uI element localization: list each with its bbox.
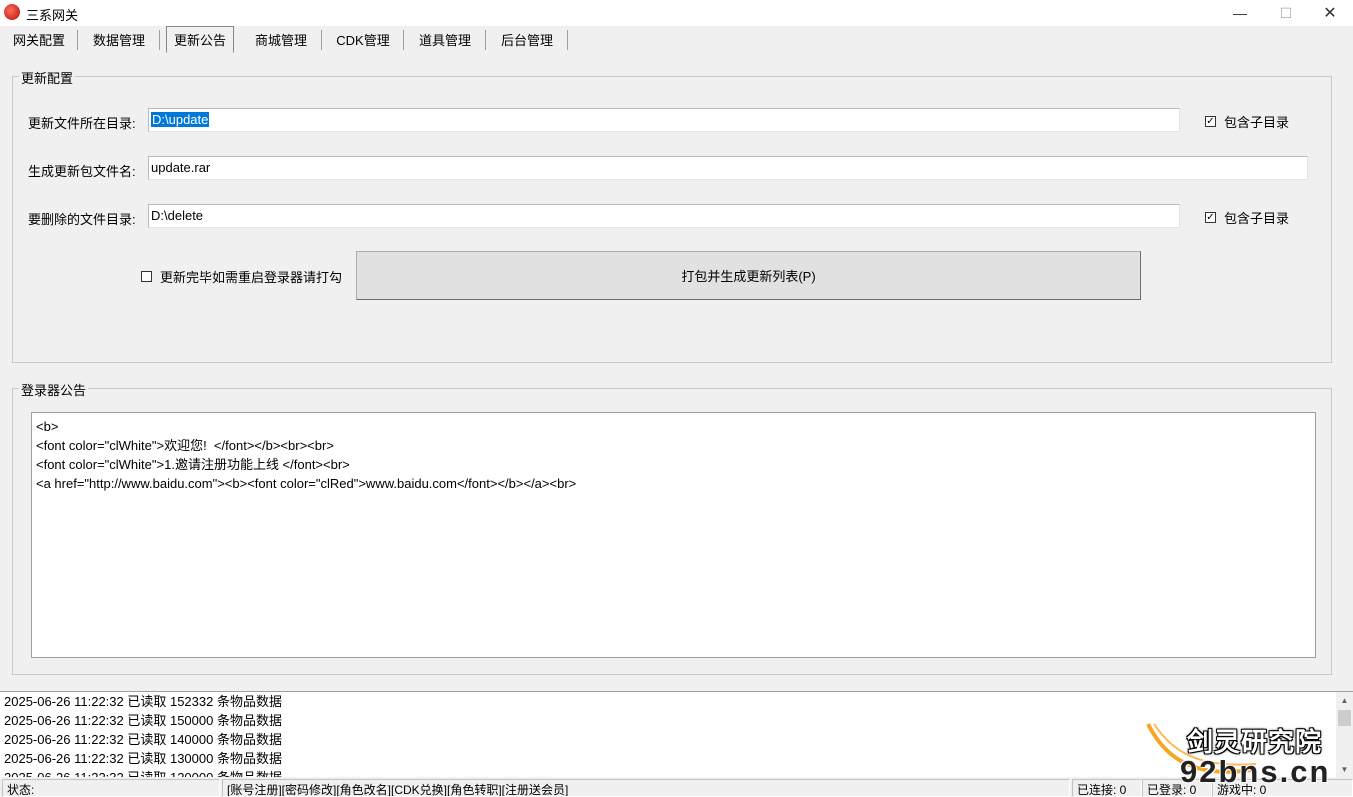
launcher-notice-title: 登录器公告 [19,380,89,399]
package-name-value: update.rar [151,160,211,175]
update-config-title: 更新配置 [19,68,76,87]
update-dir-input[interactable]: D:\update [148,108,1180,132]
log-line: 2025-06-26 11:22:32 已读取 152332 条物品数据 [4,694,282,709]
tab-gateway-config[interactable]: 网关配置 [0,27,78,52]
title-bar: 三系网关 — ☐ ✕ [0,0,1353,26]
tab-bar: 网关配置 数据管理 更新公告 商城管理 CDK管理 道具管理 后台管理 [0,26,1353,53]
maximize-button[interactable]: ☐ [1263,0,1309,26]
minimize-button[interactable]: — [1217,0,1263,26]
window-title: 三系网关 [26,8,79,23]
restart-launcher-label: 更新完毕如需重启登录器请打勾 [160,270,343,285]
checkbox-checked-icon: ✓ [1205,212,1216,223]
tab-data-management[interactable]: 数据管理 [78,27,160,52]
restart-launcher-checkbox[interactable]: 更新完毕如需重启登录器请打勾 [141,267,342,286]
status-state: 状态: [2,779,220,797]
tab-item-management[interactable]: 道具管理 [404,27,486,52]
delete-dir-input[interactable]: D:\delete [148,204,1180,228]
checkbox-unchecked-icon [141,271,152,282]
delete-include-subdir-label: 包含子目录 [1224,211,1290,226]
notice-editor[interactable]: <b> <font color="clWhite">欢迎您! </font></… [31,412,1316,658]
status-features: [账号注册][密码修改][角色改名][CDK兑换][角色转职][注册送会员] [222,779,1070,797]
pack-generate-button[interactable]: 打包并生成更新列表(P) [356,251,1141,300]
delete-include-subdir-checkbox[interactable]: ✓ 包含子目录 [1205,208,1289,227]
update-dir-label: 更新文件所在目录: [28,116,136,131]
checkbox-checked-icon: ✓ [1205,116,1216,127]
update-dir-value: D:\update [151,112,210,127]
watermark-domain: 92bns.cn [1180,754,1331,789]
site-watermark: 剑灵研究院 92bns.cn [1140,718,1353,796]
package-name-label: 生成更新包文件名: [28,164,136,179]
tab-cdk-management[interactable]: CDK管理 [322,27,404,52]
include-subdir-label: 包含子目录 [1224,115,1290,130]
app-icon [4,4,20,20]
tab-shop-management[interactable]: 商城管理 [240,27,322,52]
package-name-input[interactable]: update.rar [148,156,1308,180]
delete-dir-label: 要删除的文件目录: [28,212,136,227]
delete-dir-value: D:\delete [151,208,204,223]
scroll-up-icon[interactable]: ▲ [1336,692,1353,709]
close-button[interactable]: ✕ [1307,0,1353,26]
tab-admin-management[interactable]: 后台管理 [486,27,568,52]
status-connected: 已连接: 0 [1072,779,1142,797]
include-subdir-checkbox[interactable]: ✓ 包含子目录 [1205,112,1289,131]
tab-update-notice[interactable]: 更新公告 [166,26,234,53]
